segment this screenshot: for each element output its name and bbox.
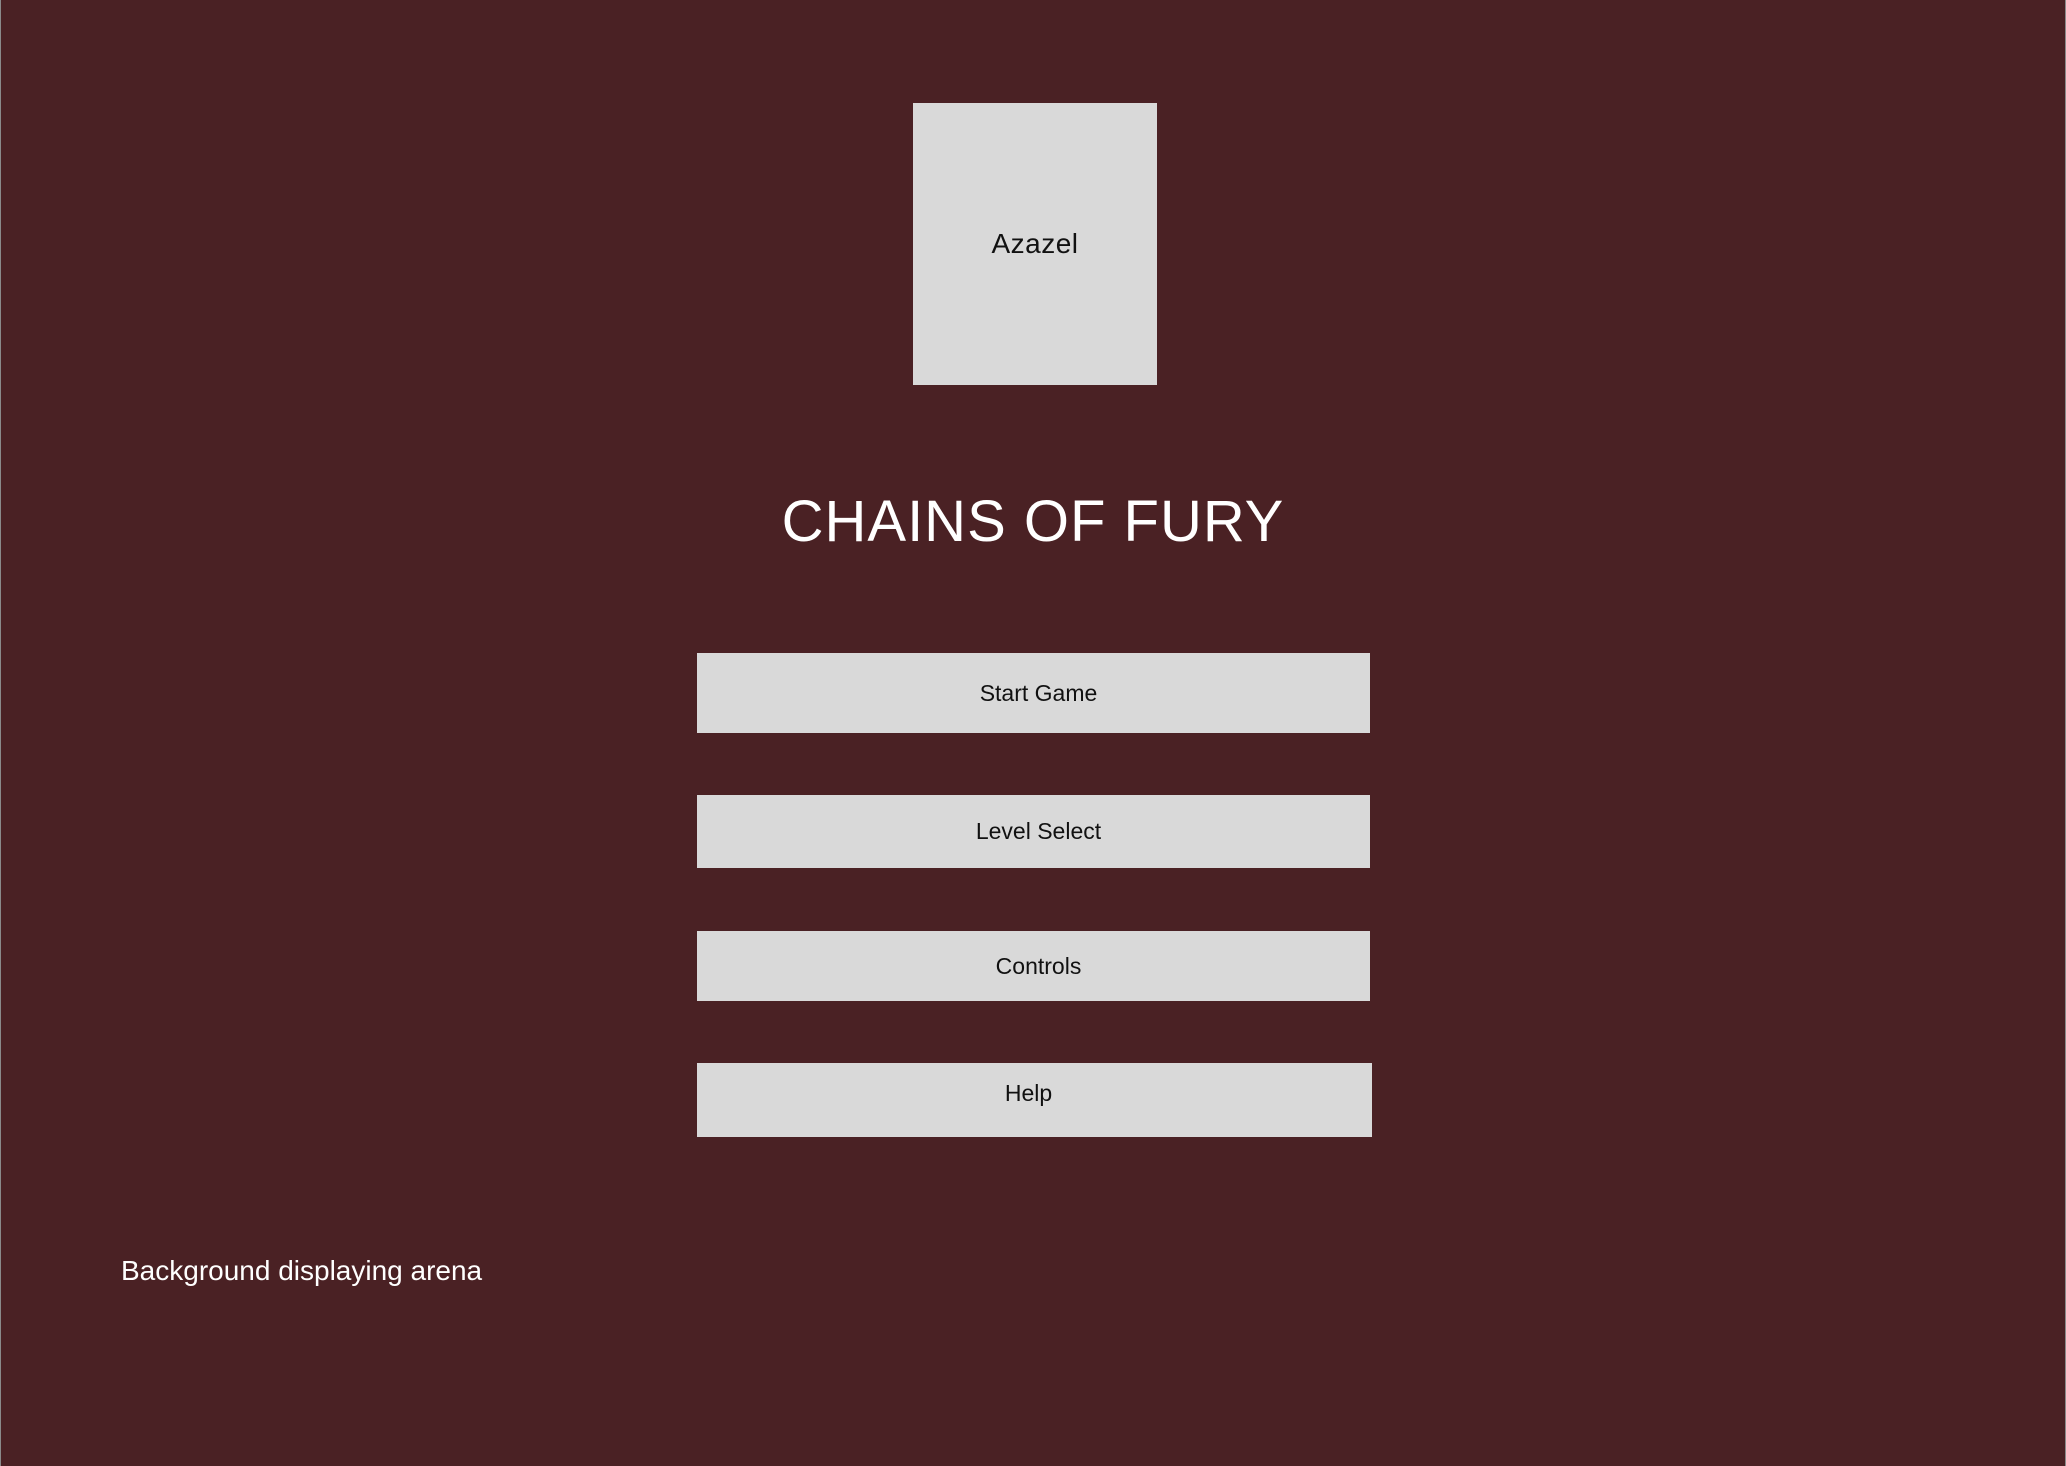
controls-button[interactable]: Controls (697, 931, 1370, 1001)
help-button[interactable]: Help (697, 1063, 1372, 1137)
character-name: Azazel (991, 228, 1079, 259)
start-game-label: Start Game (979, 679, 1098, 706)
controls-label: Controls (995, 952, 1082, 979)
background-note: Background displaying arena (121, 1255, 483, 1286)
character-portrait: Azazel (913, 103, 1157, 385)
level-select-label: Level Select (975, 818, 1102, 844)
level-select-button[interactable]: Level Select (697, 795, 1370, 868)
help-label: Help (1004, 1080, 1053, 1106)
start-game-button[interactable]: Start Game (697, 653, 1370, 733)
game-title: CHAINS OF FURY (781, 489, 1285, 554)
main-menu-screen: Azazel CHAINS OF FURY Start Game Level S… (0, 0, 2066, 1466)
